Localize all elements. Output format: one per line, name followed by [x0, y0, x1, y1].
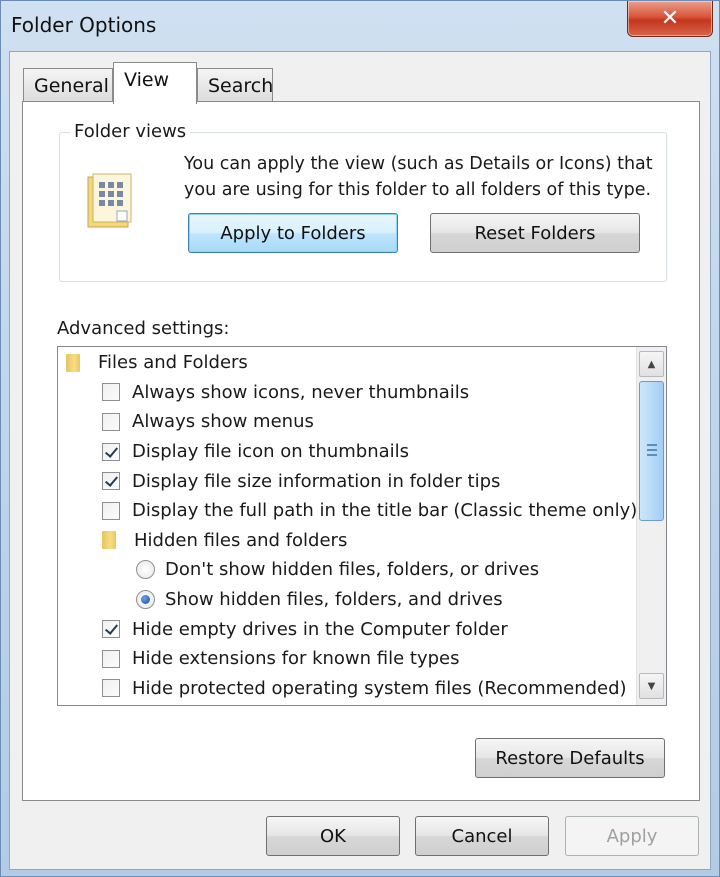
list-item-label: Show hidden files, folders, and drives	[165, 589, 503, 611]
tab-search[interactable]: Search	[197, 68, 273, 102]
grip-line	[647, 444, 657, 446]
scroll-down-button[interactable]: ▼	[639, 673, 664, 699]
list-item-label: Always show icons, never thumbnails	[132, 381, 470, 403]
dialog-client-area: General View Search Folder views You can…	[9, 51, 711, 870]
restore-defaults-label: Restore Defaults	[495, 747, 645, 769]
list-item-label: Hide empty drives in the Computer folder	[132, 618, 508, 640]
list-item-label: Display file size information in folder …	[132, 470, 501, 492]
chevron-down-icon: ▼	[647, 680, 656, 692]
tab-general[interactable]: General	[23, 68, 113, 102]
list-item-label: Hidden files and folders	[134, 529, 348, 551]
cancel-label: Cancel	[451, 825, 513, 847]
list-item-display-file-size[interactable]: Display file size information in folder …	[102, 466, 500, 496]
list-item-label: Hide extensions for known file types	[132, 648, 460, 670]
checkbox-checked[interactable]	[102, 442, 120, 461]
apply-label: Apply	[606, 825, 658, 847]
tab-general-label: General	[34, 75, 109, 97]
list-item-dont-show-hidden[interactable]: Don't show hidden files, folders, or dri…	[136, 555, 539, 585]
apply-to-folders-button[interactable]: Apply to Folders	[188, 213, 398, 253]
chevron-up-icon: ▲	[647, 358, 656, 370]
folder-icon	[66, 353, 80, 372]
list-item-display-full-path[interactable]: Display the full path in the title bar (…	[102, 496, 637, 526]
checkbox-checked[interactable]	[102, 472, 120, 491]
radio-button[interactable]	[136, 560, 155, 580]
list-item-hide-extensions[interactable]: Hide extensions for known file types	[102, 644, 460, 674]
checkbox[interactable]	[102, 412, 120, 431]
ok-label: OK	[320, 825, 346, 847]
checkbox[interactable]	[102, 679, 120, 698]
list-item-label: Files and Folders	[98, 352, 248, 374]
title-bar[interactable]: Folder Options ✕	[1, 1, 719, 51]
folder-view-icon	[87, 173, 132, 228]
vertical-scrollbar[interactable]: ▲ ▼	[636, 347, 666, 705]
scroll-thumb[interactable]	[639, 381, 664, 521]
cancel-button[interactable]: Cancel	[415, 816, 549, 856]
folder-views-description: You can apply the view (such as Details …	[184, 154, 653, 200]
list-item-label: Hide protected operating system files (R…	[132, 677, 627, 699]
checkbox[interactable]	[102, 501, 120, 520]
scroll-up-button[interactable]: ▲	[639, 351, 664, 377]
close-button[interactable]: ✕	[627, 1, 713, 37]
tab-view[interactable]: View	[113, 62, 197, 104]
list-item-label: Display the full path in the title bar (…	[132, 500, 638, 522]
list-item-label: Display file icon on thumbnails	[132, 441, 410, 463]
folder-views-group: Folder views You can apply the view (suc…	[59, 121, 667, 282]
apply-button[interactable]: Apply	[565, 816, 699, 856]
grip-line	[647, 449, 657, 451]
checkbox[interactable]	[102, 649, 120, 668]
list-item-files-and-folders: Files and Folders	[66, 348, 248, 378]
folder-views-label: Folder views	[70, 121, 191, 142]
apply-to-folders-label: Apply to Folders	[220, 222, 366, 244]
window-title: Folder Options	[11, 13, 157, 37]
restore-defaults-button[interactable]: Restore Defaults	[475, 738, 665, 778]
list-item-hide-empty-drives[interactable]: Hide empty drives in the Computer folder	[102, 614, 508, 644]
advanced-settings-list[interactable]: Files and Folders Always show icons, nev…	[57, 346, 667, 706]
folder-icon	[102, 531, 116, 550]
tab-view-label: View	[124, 69, 170, 91]
list-item-always-show-icons[interactable]: Always show icons, never thumbnails	[102, 378, 469, 408]
list-item-show-hidden[interactable]: Show hidden files, folders, and drives	[136, 585, 503, 615]
checkbox[interactable]	[102, 383, 120, 402]
list-item-display-file-icon[interactable]: Display file icon on thumbnails	[102, 437, 409, 467]
radio-button-selected[interactable]	[136, 590, 155, 610]
view-tab-panel: Folder views You can apply the view (suc…	[22, 101, 700, 801]
list-item-hidden-files-folder: Hidden files and folders	[102, 526, 347, 556]
checkbox-checked[interactable]	[102, 620, 120, 639]
advanced-settings-label: Advanced settings:	[57, 318, 230, 339]
list-item-label: Don't show hidden files, folders, or dri…	[165, 559, 540, 581]
list-item-label: Always show menus	[132, 411, 314, 433]
tab-search-label: Search	[208, 75, 274, 97]
list-item-always-show-menus[interactable]: Always show menus	[102, 407, 314, 437]
reset-folders-button[interactable]: Reset Folders	[430, 213, 640, 253]
grip-line	[647, 454, 657, 456]
close-icon: ✕	[660, 6, 680, 31]
folder-options-window: Folder Options ✕ General View Search Fol…	[0, 0, 720, 877]
reset-folders-label: Reset Folders	[474, 222, 596, 244]
ok-button[interactable]: OK	[266, 816, 400, 856]
list-item-hide-protected-files[interactable]: Hide protected operating system files (R…	[102, 674, 627, 704]
